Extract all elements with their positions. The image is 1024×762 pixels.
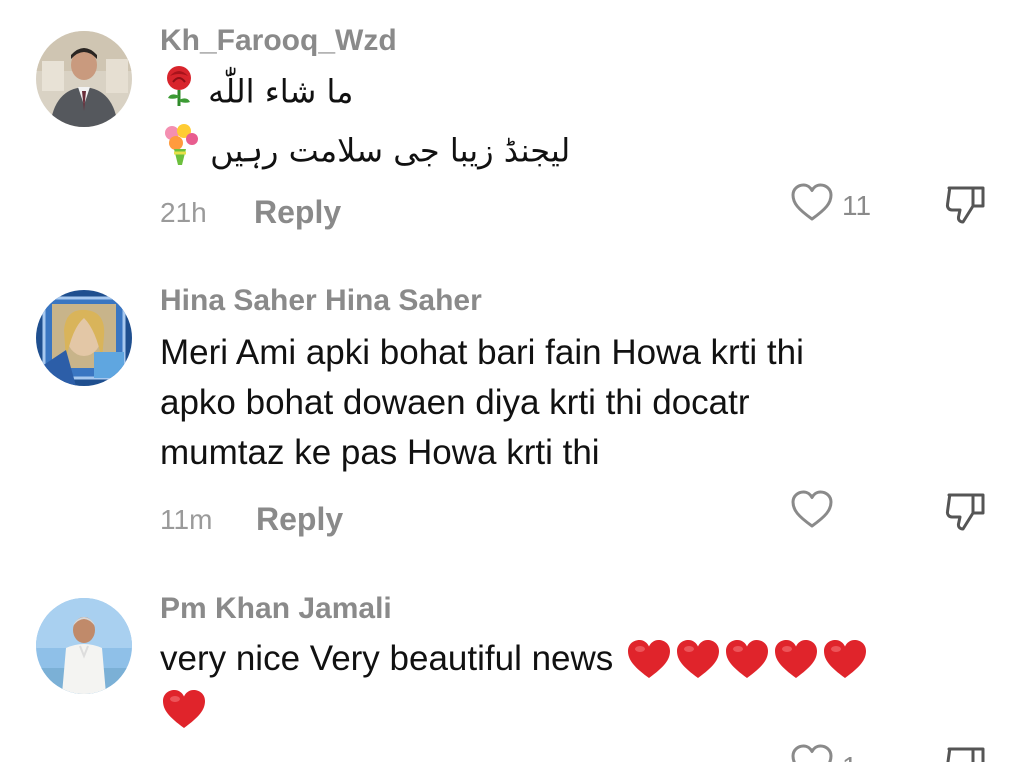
username[interactable]: Pm Khan Jamali (160, 594, 392, 624)
comments-list: Kh_Farooq_Wzd ما شاء اللّٰه لیجنڈ زیبا ج… (0, 0, 1024, 762)
like-button[interactable] (790, 490, 842, 535)
heart-outline-icon (790, 744, 834, 762)
thumbs-down-icon (943, 493, 989, 539)
avatar-photo-icon (36, 31, 132, 127)
like-button[interactable]: 1 (790, 744, 858, 762)
rose-emoji-icon (160, 64, 198, 123)
heart-outline-icon (790, 183, 834, 228)
reply-button[interactable]: Reply (256, 503, 343, 535)
comment-line-text: very nice Very beautiful news (160, 639, 614, 678)
avatar[interactable] (36, 31, 132, 127)
reply-button[interactable]: Reply (254, 196, 341, 228)
like-count: 1 (842, 751, 858, 762)
username[interactable]: Kh_Farooq_Wzd (160, 26, 397, 56)
username[interactable]: Hina Saher Hina Saher (160, 286, 482, 316)
comment-line: very nice Very beautiful news (160, 634, 870, 684)
avatar-photo-icon (36, 598, 132, 694)
avatar[interactable] (36, 290, 132, 386)
dislike-button[interactable] (943, 182, 989, 233)
dislike-button[interactable] (943, 489, 989, 540)
heart-emoji-row (625, 637, 870, 681)
comment-line: لیجنڈ زیبا جی سلامت رہیں (160, 123, 570, 182)
red-heart-emoji-icon (677, 640, 720, 678)
comment-line-text: ما شاء اللّٰه (208, 72, 354, 111)
red-heart-emoji-icon (824, 640, 867, 678)
comment-text: ما شاء اللّٰه لیجنڈ زیبا جی سلامت رہیں (160, 64, 570, 182)
like-count: 11 (842, 189, 872, 221)
red-heart-emoji-icon (726, 640, 769, 678)
comment-timestamp: 11m (160, 504, 213, 535)
avatar-photo-icon (36, 290, 132, 386)
comment-text: Meri Ami apki bohat bari fain Howa krti … (160, 328, 804, 478)
red-heart-emoji-icon (775, 640, 818, 678)
avatar[interactable] (36, 598, 132, 694)
comment-line: ما شاء اللّٰه (160, 64, 570, 123)
comment-line (160, 684, 870, 734)
dislike-button[interactable] (943, 743, 989, 762)
heart-outline-icon (790, 490, 834, 535)
like-button[interactable]: 11 (790, 183, 871, 228)
comment-text: very nice Very beautiful news (160, 634, 870, 734)
comment-line: Meri Ami apki bohat bari fain Howa krti … (160, 333, 804, 372)
red-heart-emoji-icon (163, 690, 205, 728)
bouquet-emoji-icon (160, 123, 200, 182)
comment-line-text: لیجنڈ زیبا جی سلامت رہیں (210, 131, 571, 170)
comment-line: mumtaz ke pas Howa krti thi (160, 433, 600, 472)
comment-line: apko bohat dowaen diya krti thi docatr (160, 383, 750, 422)
red-heart-emoji-icon (628, 640, 671, 678)
comment-timestamp: 21h (160, 197, 207, 228)
thumbs-down-icon (943, 186, 989, 232)
